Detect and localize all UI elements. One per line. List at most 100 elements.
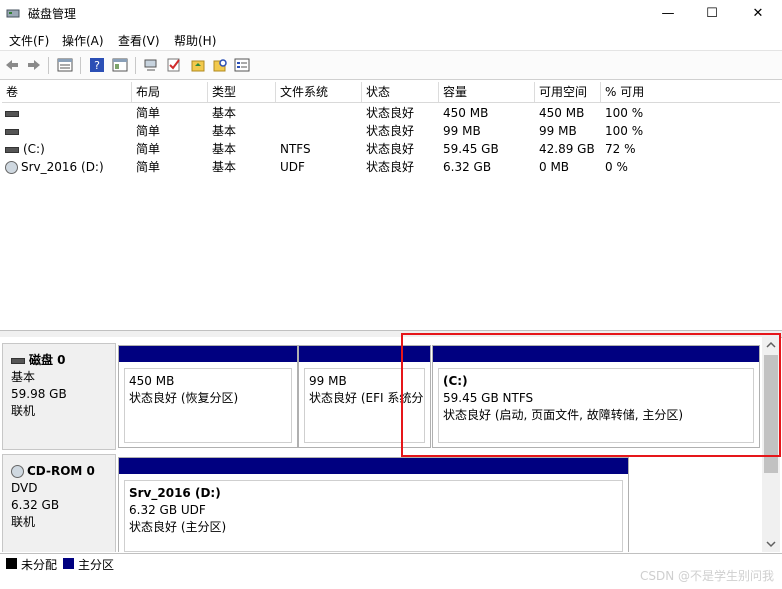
column-header-row: 卷 布局 类型 文件系统 状态 容量 可用空间 % 可用 xyxy=(2,82,780,103)
svg-text:?: ? xyxy=(94,59,100,72)
scrollbar-thumb[interactable] xyxy=(764,355,778,473)
column-header-type[interactable]: 类型 xyxy=(208,82,276,102)
capacity-cell: 450 MB xyxy=(443,106,489,120)
cdrom-0-label[interactable]: CD-ROM 0 DVD 6.32 GB 联机 xyxy=(2,454,116,552)
column-header-percent-free[interactable]: % 可用 xyxy=(601,82,780,102)
volume-name: (C:) xyxy=(23,142,45,156)
forward-icon[interactable] xyxy=(26,57,42,73)
table-row[interactable]: 简单 基本 状态良好 99 MB 99 MB 100 % xyxy=(2,122,780,140)
layout-cell: 简单 xyxy=(136,106,161,120)
partition-recovery[interactable]: 450 MB 状态良好 (恢复分区) xyxy=(118,345,298,448)
status-cell: 状态良好 xyxy=(366,106,415,120)
list-view-icon[interactable] xyxy=(57,57,73,73)
disk-icon xyxy=(11,357,25,364)
minimize-button[interactable]: — xyxy=(646,0,690,26)
filesystem-cell: UDF xyxy=(280,160,305,174)
partition-d[interactable]: Srv_2016 (D:) 6.32 GB UDF 状态良好 (主分区) xyxy=(118,457,629,552)
search-folder-icon[interactable] xyxy=(212,57,228,73)
disk-type: DVD xyxy=(11,481,38,495)
layout-cell: 简单 xyxy=(136,142,161,156)
properties-icon[interactable] xyxy=(112,57,128,73)
partition-status: 状态良好 (EFI 系统分区) xyxy=(309,391,424,405)
partition-info: (C:) 59.45 GB NTFS 状态良好 (启动, 页面文件, 故障转储,… xyxy=(438,368,754,443)
partition-header-bar xyxy=(433,346,759,362)
disk-name: CD-ROM 0 xyxy=(27,464,95,478)
menu-action[interactable]: 操作(A) xyxy=(62,32,104,49)
vertical-scrollbar[interactable] xyxy=(762,337,780,552)
partition-status: 状态良好 (启动, 页面文件, 故障转储, 主分区) xyxy=(443,408,684,422)
disk-name: 磁盘 0 xyxy=(29,353,66,367)
folder-up-icon[interactable] xyxy=(190,57,206,73)
disk-type: 基本 xyxy=(11,370,36,384)
scroll-down-icon[interactable] xyxy=(766,540,776,548)
check-icon[interactable] xyxy=(166,57,182,73)
connect-icon[interactable] xyxy=(143,57,159,73)
partition-c[interactable]: (C:) 59.45 GB NTFS 状态良好 (启动, 页面文件, 故障转储,… xyxy=(432,345,760,448)
menu-help[interactable]: 帮助(H) xyxy=(174,32,216,49)
disk-size: 59.98 GB xyxy=(11,387,67,401)
drive-icon xyxy=(5,146,19,153)
partition-status: 状态良好 (主分区) xyxy=(129,520,227,534)
status-cell: 状态良好 xyxy=(366,142,415,156)
layout-cell: 简单 xyxy=(136,160,161,174)
partition-info: 450 MB 状态良好 (恢复分区) xyxy=(124,368,292,443)
menu-file[interactable]: 文件(F) xyxy=(9,32,49,49)
status-cell: 状态良好 xyxy=(366,124,415,138)
window-title: 磁盘管理 xyxy=(28,7,77,21)
table-row[interactable]: (C:) 简单 基本 NTFS 状态良好 59.45 GB 42.89 GB 7… xyxy=(2,140,780,158)
partition-title: (C:) xyxy=(443,374,468,388)
table-row[interactable]: 简单 基本 状态良好 450 MB 450 MB 100 % xyxy=(2,104,780,122)
free-space-cell: 450 MB xyxy=(539,106,585,120)
partition-efi[interactable]: 99 MB 状态良好 (EFI 系统分区) xyxy=(298,345,431,448)
drive-icon xyxy=(5,128,19,135)
capacity-cell: 59.45 GB xyxy=(443,142,499,156)
window-list-icon[interactable] xyxy=(234,57,250,73)
legend-label-unallocated: 未分配 xyxy=(21,558,58,572)
volume-name: Srv_2016 (D:) xyxy=(21,160,104,174)
close-button[interactable]: ✕ xyxy=(736,0,780,26)
disk-0-label[interactable]: 磁盘 0 基本 59.98 GB 联机 xyxy=(2,343,116,450)
free-space-cell: 0 MB xyxy=(539,160,570,174)
percent-free-cell: 72 % xyxy=(605,142,636,156)
column-header-layout[interactable]: 布局 xyxy=(132,82,208,102)
toolbar-separator xyxy=(48,57,49,74)
title-bar: 磁盘管理 — ☐ ✕ xyxy=(0,0,782,26)
partition-size: 6.32 GB UDF xyxy=(129,503,206,517)
legend-swatch-primary xyxy=(63,558,74,569)
back-icon[interactable] xyxy=(4,57,20,73)
menu-view[interactable]: 查看(V) xyxy=(118,32,160,49)
partition-info: Srv_2016 (D:) 6.32 GB UDF 状态良好 (主分区) xyxy=(124,480,623,552)
partition-info: 99 MB 状态良好 (EFI 系统分区) xyxy=(304,368,425,443)
column-header-status[interactable]: 状态 xyxy=(362,82,439,102)
scroll-up-icon[interactable] xyxy=(766,341,776,349)
partition-header-bar xyxy=(119,458,628,474)
column-header-filesystem[interactable]: 文件系统 xyxy=(276,82,362,102)
partition-title: Srv_2016 (D:) xyxy=(129,486,221,500)
partition-header-bar xyxy=(119,346,297,362)
watermark: CSDN @不是学生别问我 xyxy=(639,569,774,583)
capacity-cell: 6.32 GB xyxy=(443,160,492,174)
column-header-volume[interactable]: 卷 xyxy=(2,82,132,102)
maximize-icon: ☐ xyxy=(706,5,718,21)
partition-size: 59.45 GB NTFS xyxy=(443,391,534,405)
table-row[interactable]: Srv_2016 (D:) 简单 基本 UDF 状态良好 6.32 GB 0 M… xyxy=(2,158,780,176)
maximize-button[interactable]: ☐ xyxy=(690,0,734,26)
drive-icon xyxy=(5,110,19,117)
column-header-free-space[interactable]: 可用空间 xyxy=(535,82,601,102)
disk-layout-pane: 磁盘 0 基本 59.98 GB 联机 450 MB 状态良好 (恢复分区) 9… xyxy=(0,337,762,552)
toolbar: ? xyxy=(0,50,782,80)
disk-state: 联机 xyxy=(11,404,36,418)
partition-size: 99 MB xyxy=(309,374,347,388)
partition-status: 状态良好 (恢复分区) xyxy=(129,391,239,405)
toolbar-separator xyxy=(135,57,136,74)
column-header-capacity[interactable]: 容量 xyxy=(439,82,535,102)
toolbar-separator xyxy=(80,57,81,74)
cd-icon xyxy=(5,161,18,174)
type-cell: 基本 xyxy=(212,160,237,174)
capacity-cell: 99 MB xyxy=(443,124,481,138)
disk-management-app-icon xyxy=(6,9,20,18)
help-icon[interactable]: ? xyxy=(89,57,105,73)
cd-icon xyxy=(11,465,24,478)
status-cell: 状态良好 xyxy=(366,160,415,174)
legend-label-primary: 主分区 xyxy=(78,558,115,572)
